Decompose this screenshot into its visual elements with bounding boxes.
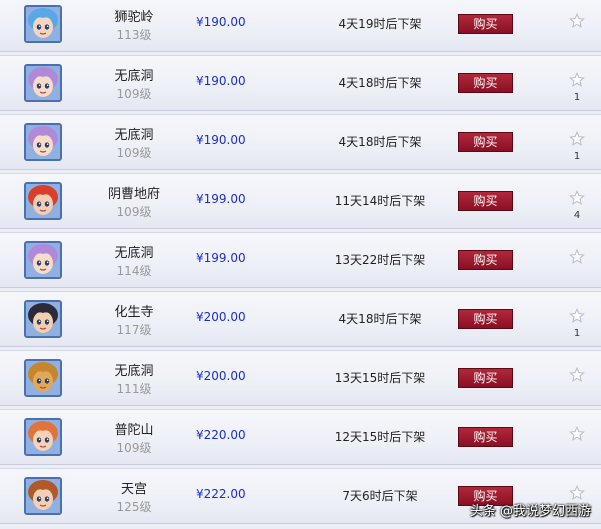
school-name: 无底洞 [114,246,154,261]
dark-haired-boy-avatar[interactable] [24,300,62,338]
buy-button[interactable]: 购买 [458,427,513,447]
star-icon[interactable] [569,367,585,383]
school-name: 普陀山 [114,423,154,438]
favorite-count: 1 [573,151,581,162]
buy-button[interactable]: 购买 [458,309,513,329]
expiry-time: 4天18时后下架 [338,312,422,326]
expiry-time: 13天15时后下架 [334,371,426,385]
listing-row[interactable]: 无底洞 109级 ¥190.00 4天18时后下架 购买 1 [0,114,601,170]
flower-crown-girl-avatar[interactable] [24,418,62,456]
price: ¥190.00 [196,74,246,88]
school-name: 无底洞 [114,364,154,379]
school-name: 阴曹地府 [107,187,160,202]
expiry-time: 11天14时后下架 [334,194,426,208]
purple-haired-girl-avatar[interactable] [24,241,62,279]
school-name: 无底洞 [114,128,154,143]
watermark: 头条 @我说梦幻西游 [469,504,591,519]
school-name: 化生寺 [114,305,154,320]
buy-button[interactable]: 购买 [458,368,513,388]
school-name: 无底洞 [114,69,154,84]
character-level: 114级 [116,264,152,278]
price: ¥190.00 [196,15,246,29]
purple-haired-girl-avatar[interactable] [24,64,62,102]
character-level: 113级 [116,28,152,42]
listing-row[interactable]: 无底洞 111级 ¥200.00 13天15时后下架 购买 [0,350,601,406]
character-level: 125级 [116,500,152,514]
listing-row[interactable]: 狮驼岭 113级 ¥190.00 4天19时后下架 购买 [0,0,601,52]
favorite-count: 1 [573,92,581,103]
listing-row[interactable]: 化生寺 117级 ¥200.00 4天18时后下架 购买 1 [0,291,601,347]
price: ¥222.00 [196,487,246,501]
star-icon[interactable] [569,249,585,265]
price: ¥200.00 [196,310,246,324]
blue-haired-character-avatar[interactable] [24,5,62,43]
star-icon[interactable] [569,308,585,324]
favorite-count: 4 [573,210,581,221]
character-level: 117级 [116,323,152,337]
crowned-character-avatar[interactable] [24,477,62,515]
buy-button[interactable]: 购买 [458,132,513,152]
listing-row[interactable]: 无底洞 114级 ¥199.00 13天22时后下架 购买 [0,232,601,288]
school-name: 狮驼岭 [114,10,154,25]
star-icon[interactable] [569,426,585,442]
tiger-character-avatar[interactable] [24,359,62,397]
listing-list: 狮驼岭 113级 ¥190.00 4天19时后下架 购买 无底洞 109级 ¥1… [0,0,601,527]
expiry-time: 4天19时后下架 [338,17,422,31]
favorite-count: 1 [573,328,581,339]
price: ¥220.00 [196,428,246,442]
character-level: 111级 [116,382,152,396]
listing-row[interactable]: 无底洞 109级 ¥190.00 4天18时后下架 购买 1 [0,55,601,111]
character-level: 109级 [116,146,152,160]
star-icon[interactable] [569,190,585,206]
star-icon[interactable] [569,131,585,147]
buy-button[interactable]: 购买 [458,191,513,211]
red-haired-character-avatar[interactable] [24,182,62,220]
star-icon[interactable] [569,72,585,88]
expiry-time: 12天15时后下架 [334,430,426,444]
purple-haired-girl-avatar[interactable] [24,123,62,161]
character-level: 109级 [116,87,152,101]
buy-button[interactable]: 购买 [458,250,513,270]
character-level: 109级 [116,441,152,455]
price: ¥200.00 [196,369,246,383]
character-level: 109级 [116,205,152,219]
expiry-time: 13天22时后下架 [334,253,426,267]
buy-button[interactable]: 购买 [458,14,513,34]
price: ¥199.00 [196,251,246,265]
expiry-time: 4天18时后下架 [338,135,422,149]
school-name: 天宫 [120,482,147,497]
buy-button[interactable]: 购买 [458,73,513,93]
expiry-time: 4天18时后下架 [338,76,422,90]
star-icon[interactable] [569,485,585,501]
price: ¥190.00 [196,133,246,147]
star-icon[interactable] [569,13,585,29]
expiry-time: 7天6时后下架 [342,489,418,503]
price: ¥199.00 [196,192,246,206]
listing-row[interactable]: 普陀山 109级 ¥220.00 12天15时后下架 购买 [0,409,601,465]
listing-row[interactable]: 阴曹地府 109级 ¥199.00 11天14时后下架 购买 4 [0,173,601,229]
